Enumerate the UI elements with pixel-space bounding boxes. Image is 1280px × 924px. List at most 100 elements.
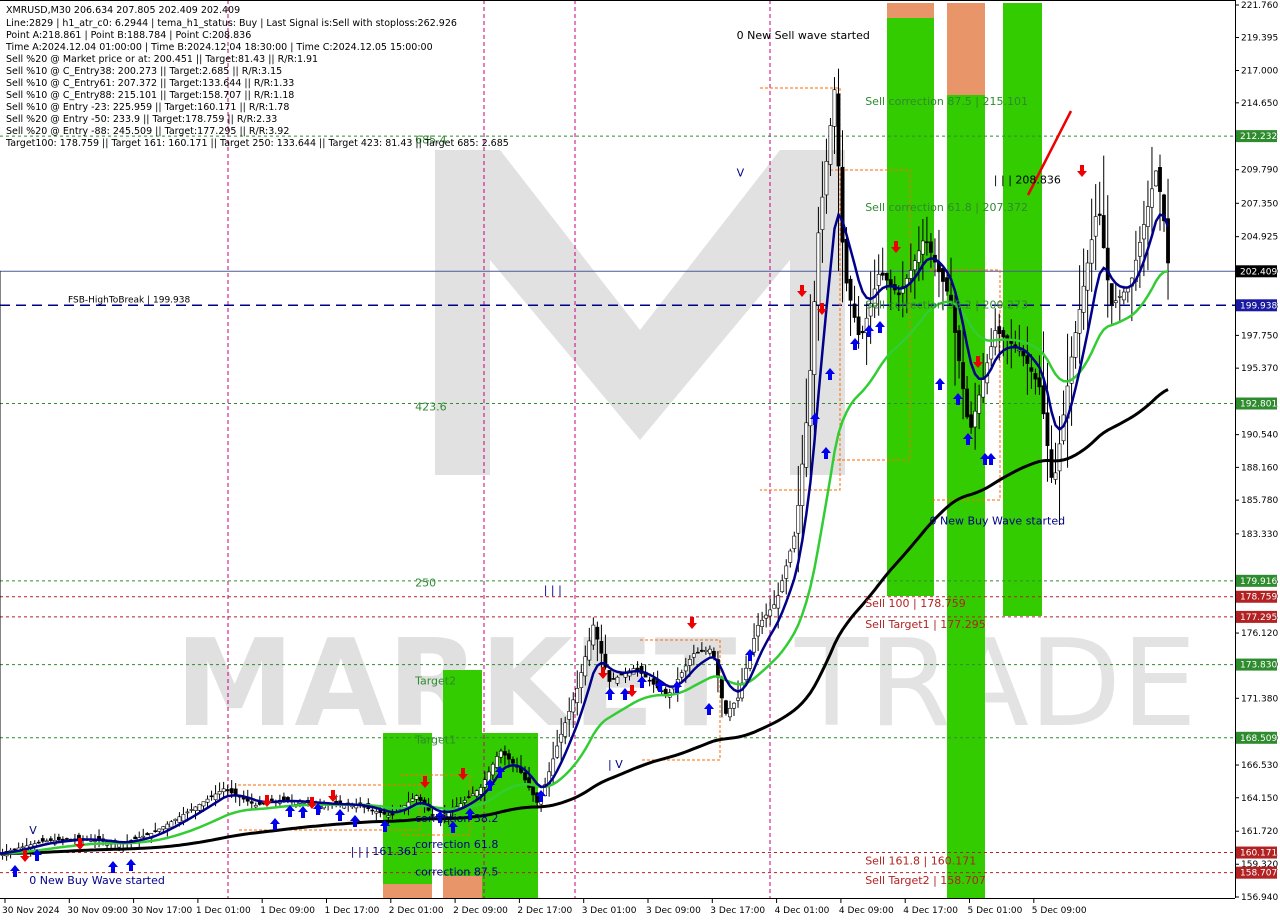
- candle-body: [757, 625, 760, 636]
- candle-body: [978, 395, 981, 413]
- candle-body: [1102, 215, 1105, 247]
- candle-body: [158, 829, 161, 831]
- chart-annotation: 250: [415, 577, 436, 590]
- candle-body: [708, 649, 711, 653]
- candle-body: [853, 304, 856, 318]
- candle-body: [913, 261, 916, 270]
- info-line: Sell %10 @ C_Entry61: 207.372 || Target:…: [6, 78, 294, 89]
- candle-body: [736, 698, 739, 700]
- price-tag-label: 192.801: [1240, 400, 1277, 410]
- chart-annotation: | | |: [544, 583, 562, 596]
- chart-annotation: Sell correction 61.8 | 207.372: [865, 201, 1028, 214]
- time-tick-label: 3 Dec 01:00: [582, 906, 637, 916]
- candle-body: [218, 791, 221, 794]
- price-tick-label: 161.720: [1241, 827, 1278, 837]
- time-tick-label: 5 Dec 01:00: [968, 906, 1023, 916]
- candle-body: [523, 773, 526, 780]
- info-line: Sell %20 @ Market price or at: 200.451 |…: [6, 54, 318, 65]
- candle-body: [1030, 368, 1033, 372]
- candle-body: [1050, 450, 1053, 478]
- signal-zone: [443, 670, 482, 898]
- candle-body: [921, 241, 924, 254]
- candle-body: [560, 734, 563, 742]
- candle-body: [636, 668, 639, 670]
- time-tick-label: 5 Dec 09:00: [1032, 906, 1087, 916]
- candle-body: [1042, 386, 1045, 414]
- price-tag-label: 158.707: [1240, 869, 1277, 879]
- price-tag-label: 160.171: [1240, 849, 1277, 859]
- time-tick-label: 30 Nov 17:00: [132, 906, 193, 916]
- chart-annotation: Target2: [414, 674, 456, 687]
- candle-body: [375, 811, 378, 813]
- chart-annotation: Sell correction 87.5 | 215.101: [865, 95, 1028, 108]
- time-tick-label: 3 Dec 09:00: [646, 906, 701, 916]
- candle-body: [1094, 217, 1097, 237]
- candle-body: [1150, 189, 1153, 207]
- candle-body: [134, 837, 137, 839]
- candle-body: [190, 809, 193, 810]
- candle-body: [752, 638, 755, 652]
- candle-body: [1158, 167, 1161, 191]
- price-tick-label: 171.380: [1241, 694, 1278, 704]
- candle-body: [970, 415, 973, 428]
- candle-body: [1074, 333, 1077, 358]
- candle-body: [467, 797, 470, 798]
- price-tick-label: 156.940: [1241, 893, 1278, 903]
- price-tag-label: 178.759: [1240, 593, 1277, 603]
- chart-annotation: 0 New Sell wave started: [737, 29, 870, 42]
- candle-body: [825, 161, 828, 195]
- candle-body: [1038, 378, 1041, 387]
- candle-body: [162, 827, 165, 830]
- time-tick-label: 4 Dec 01:00: [775, 906, 830, 916]
- candle-body: [965, 389, 968, 417]
- time-tick-label: 4 Dec 17:00: [903, 906, 958, 916]
- candle-body: [1034, 373, 1037, 379]
- candle-body: [596, 627, 599, 639]
- price-tick-label: 209.790: [1241, 166, 1278, 176]
- candle-body: [785, 566, 788, 579]
- candle-body: [732, 703, 735, 708]
- candle-body: [982, 379, 985, 397]
- candle-body: [761, 620, 764, 626]
- candle-body: [527, 778, 530, 788]
- candle-body: [1146, 207, 1149, 227]
- candle-body: [692, 654, 695, 657]
- time-tick-label: 2 Dec 01:00: [389, 906, 444, 916]
- candle-body: [206, 799, 209, 802]
- price-tick-label: 190.540: [1241, 431, 1278, 441]
- chart-annotation: Sell correction 38.2 | 200.273: [865, 299, 1028, 312]
- candle-body: [13, 849, 16, 850]
- time-tick-label: 2 Dec 17:00: [517, 906, 572, 916]
- candle-body: [684, 666, 687, 671]
- info-line: Sell %10 @ Entry -23: 225.959 || Target:…: [6, 102, 289, 113]
- price-tick-label: 188.160: [1241, 463, 1278, 473]
- candle-body: [1058, 444, 1061, 471]
- candle-body: [230, 789, 233, 793]
- chart-annotation: correction 38.2: [415, 812, 498, 825]
- chart-annotation: V: [737, 166, 745, 179]
- candle-body: [564, 723, 567, 737]
- time-tick-label: 4 Dec 09:00: [839, 906, 894, 916]
- signal-zone: [443, 876, 482, 898]
- candle-body: [222, 789, 225, 792]
- chart-annotation: | V: [608, 758, 623, 771]
- candle-body: [616, 677, 619, 683]
- candle-body: [552, 759, 555, 776]
- candle-body: [57, 837, 60, 840]
- signal-zone: [947, 3, 985, 95]
- candle-body: [957, 331, 960, 361]
- candle-body: [1110, 284, 1113, 305]
- candle-body: [371, 810, 374, 811]
- candle-body: [37, 842, 40, 843]
- candle-body: [166, 824, 169, 829]
- candle-body: [178, 817, 181, 823]
- candle-body: [789, 551, 792, 562]
- price-tick-label: 197.750: [1241, 331, 1278, 341]
- candle-body: [720, 679, 723, 698]
- candle-body: [499, 751, 502, 757]
- candle-body: [1082, 286, 1085, 312]
- candle-body: [1114, 301, 1117, 303]
- candle-body: [254, 805, 257, 807]
- candle-body: [491, 764, 494, 775]
- info-line: Target100: 178.759 || Target 161: 160.17…: [5, 138, 509, 149]
